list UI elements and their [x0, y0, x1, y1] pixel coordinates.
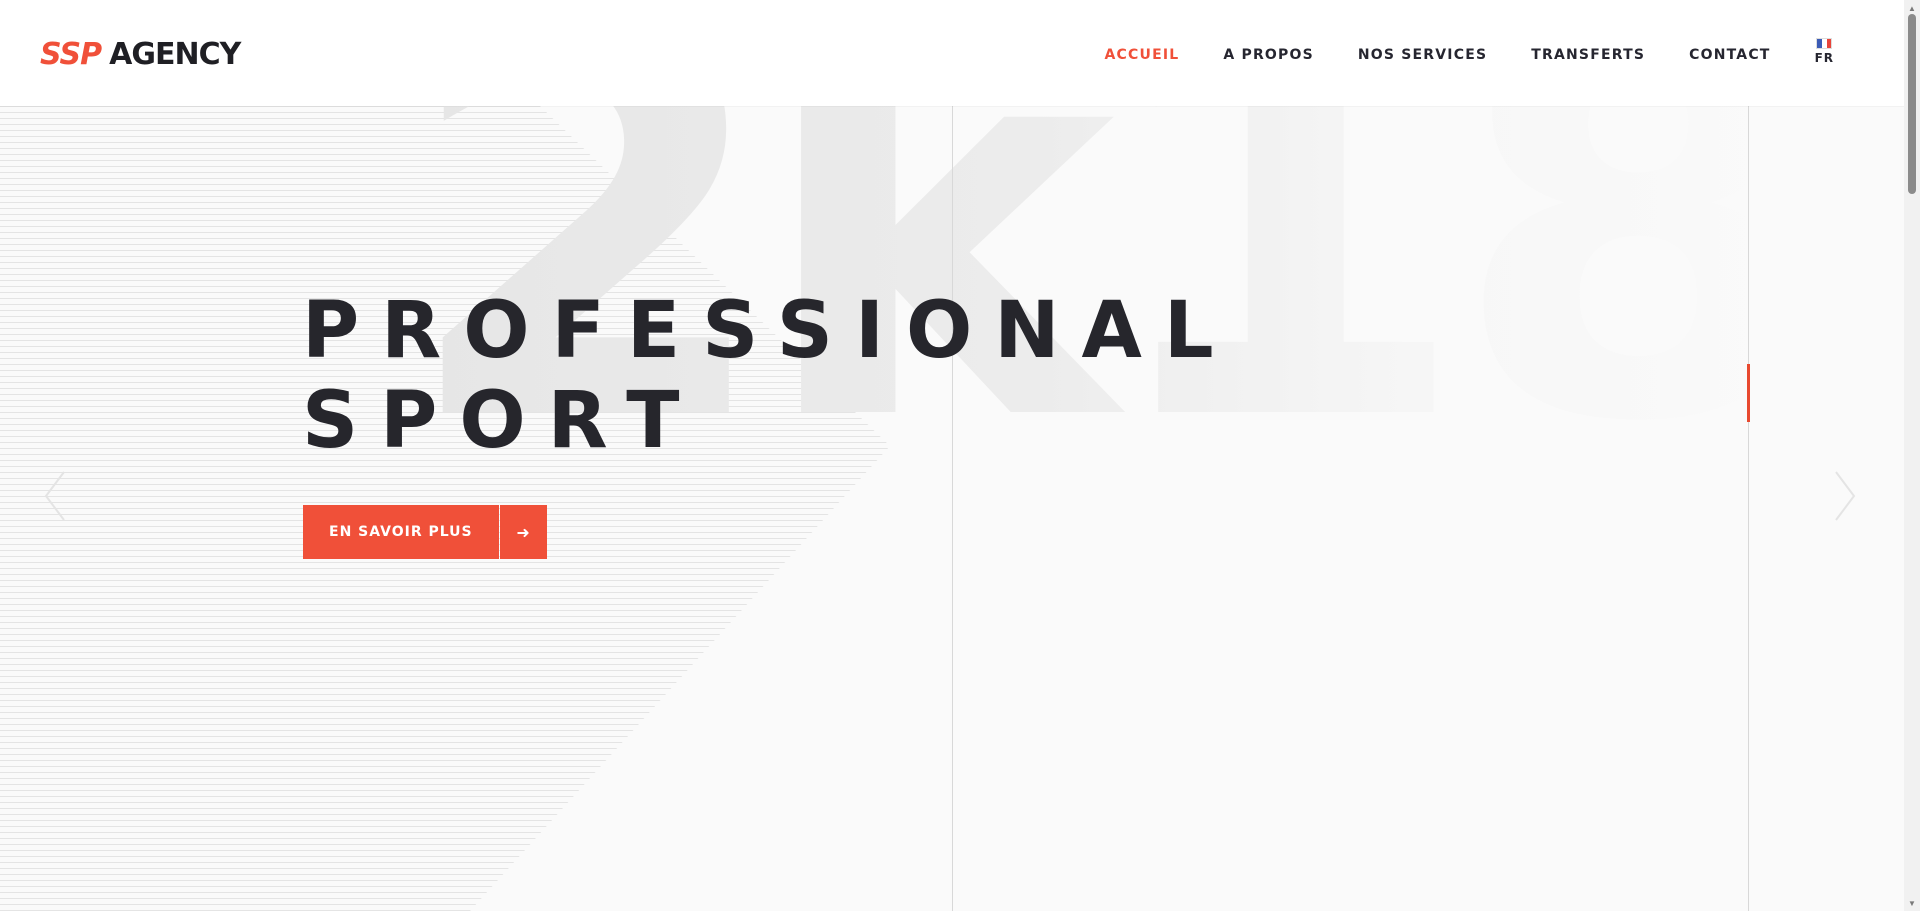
cta-label: EN SAVOIR PLUS — [303, 505, 499, 559]
language-label: FR — [1814, 51, 1834, 65]
logo-agency: AGENCY — [109, 36, 241, 72]
slider-next-button[interactable] — [1830, 466, 1860, 526]
hero-title-line-1: PROFESSIONAL — [302, 286, 1236, 376]
divider-line — [1748, 106, 1749, 911]
page: SSP AGENCY ACCUEIL A PROPOS NOS SERVICES… — [0, 0, 1920, 911]
hero-slider: 2k18 PROFESSIONAL SPORT EN SAVOIR PLUS ➜ — [0, 0, 1904, 911]
logo[interactable]: SSP AGENCY — [40, 34, 241, 74]
slide-indicator[interactable] — [1747, 364, 1750, 422]
divider-line — [952, 106, 953, 911]
language-switcher[interactable]: FR — [1815, 38, 1834, 65]
nav-item-a-propos[interactable]: A PROPOS — [1223, 47, 1314, 63]
scroll-thumb[interactable] — [1908, 14, 1916, 194]
chevron-right-icon — [1835, 471, 1856, 521]
nav-item-nos-services[interactable]: NOS SERVICES — [1358, 47, 1487, 63]
chevron-left-icon — [44, 471, 65, 521]
site-header: SSP AGENCY ACCUEIL A PROPOS NOS SERVICES… — [0, 0, 1904, 106]
nav-item-accueil[interactable]: ACCUEIL — [1105, 47, 1180, 63]
vertical-scrollbar[interactable]: ▲ ▼ — [1904, 0, 1920, 911]
nav-item-contact[interactable]: CONTACT — [1689, 47, 1770, 63]
france-flag-icon — [1816, 38, 1833, 49]
slider-prev-button[interactable] — [40, 466, 70, 526]
main-nav: ACCUEIL A PROPOS NOS SERVICES TRANSFERTS… — [1105, 38, 1904, 65]
arrow-right-icon: ➜ — [499, 505, 547, 559]
logo-ssp: SSP — [40, 36, 102, 72]
en-savoir-plus-button[interactable]: EN SAVOIR PLUS ➜ — [303, 505, 547, 559]
hero-title-line-2: SPORT — [302, 376, 702, 466]
nav-item-transferts[interactable]: TRANSFERTS — [1531, 47, 1645, 63]
hero-title: PROFESSIONAL SPORT — [302, 286, 1236, 466]
scroll-down-icon[interactable]: ▼ — [1904, 895, 1920, 911]
